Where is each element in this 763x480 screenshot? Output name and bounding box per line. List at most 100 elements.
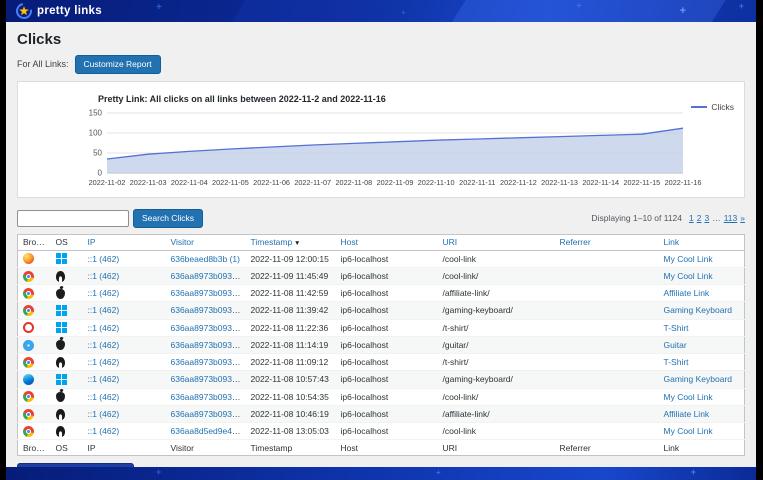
pagination-pages: 123…113» bbox=[689, 213, 745, 223]
sparkle-icon: + bbox=[680, 6, 686, 17]
footer-bar: + + + bbox=[6, 467, 756, 480]
browser-cell bbox=[18, 354, 51, 371]
page-link-2[interactable]: 2 bbox=[697, 213, 702, 223]
os-cell bbox=[51, 285, 83, 302]
page-title: Clicks bbox=[17, 31, 745, 48]
ip-cell: ::1 (462) bbox=[83, 319, 166, 336]
visitor-link[interactable]: 636aa8973b093 (1) bbox=[171, 392, 245, 402]
visitor-link[interactable]: 636aa8973b093 (1) bbox=[171, 409, 245, 419]
timestamp-cell: 2022-11-08 11:14:19 bbox=[246, 336, 336, 353]
column-header-timestamp[interactable]: Timestamp ▼ bbox=[246, 234, 336, 250]
os-cell bbox=[51, 302, 83, 319]
browser-cell bbox=[18, 405, 51, 422]
pretty-link-link[interactable]: T-Shirt bbox=[664, 323, 689, 333]
browser-cell bbox=[18, 371, 51, 388]
page-link-1[interactable]: 1 bbox=[689, 213, 694, 223]
pretty-link-link[interactable]: My Cool Link bbox=[664, 392, 713, 402]
next-page-link[interactable]: » bbox=[740, 213, 745, 223]
visitor-cell: 636aa8973b093 (1) bbox=[166, 285, 246, 302]
footer-column-uri[interactable]: URI bbox=[438, 440, 555, 456]
table-row: ::1 (462)636aa8973b093 (1)2022-11-08 10:… bbox=[18, 388, 745, 405]
pretty-link-link[interactable]: My Cool Link bbox=[664, 271, 713, 281]
host-cell: ip6-localhost bbox=[336, 405, 438, 422]
ip-link[interactable]: ::1 (462) bbox=[88, 340, 120, 350]
ip-link[interactable]: ::1 (462) bbox=[88, 357, 120, 367]
customize-report-button[interactable]: Customize Report bbox=[75, 55, 161, 74]
visitor-link[interactable]: 636aa8973b093 (1) bbox=[171, 357, 245, 367]
visitor-link[interactable]: 636aa8973b093 (1) bbox=[171, 323, 245, 333]
link-cell: My Cool Link bbox=[659, 423, 745, 440]
visitor-link[interactable]: 636aa8973b093 (1) bbox=[171, 271, 245, 281]
pretty-link-link[interactable]: My Cool Link bbox=[664, 426, 713, 436]
link-cell: Affiliate Link bbox=[659, 405, 745, 422]
column-header-ip[interactable]: IP bbox=[83, 234, 166, 250]
footer-column-link[interactable]: Link bbox=[659, 440, 745, 456]
windows-os-icon bbox=[56, 374, 61, 379]
visitor-link[interactable]: 636beaed8b3b (1) bbox=[171, 254, 240, 264]
host-cell: ip6-localhost bbox=[336, 354, 438, 371]
pretty-link-link[interactable]: Affiliate Link bbox=[664, 288, 710, 298]
search-input[interactable] bbox=[17, 210, 129, 227]
pretty-link-link[interactable]: Affiliate Link bbox=[664, 409, 710, 419]
pretty-link-link[interactable]: Gaming Keyboard bbox=[664, 374, 733, 384]
timestamp-cell: 2022-11-08 11:09:12 bbox=[246, 354, 336, 371]
visitor-cell: 636aa8973b093 (1) bbox=[166, 354, 246, 371]
ip-link[interactable]: ::1 (462) bbox=[88, 271, 120, 281]
column-header-uri[interactable]: URI bbox=[438, 234, 555, 250]
table-row: ::1 (462)636aa8973b093 (1)2022-11-08 10:… bbox=[18, 371, 745, 388]
table-row: ::1 (462)636aa8973b093 (1)2022-11-08 11:… bbox=[18, 285, 745, 302]
timestamp-cell: 2022-11-08 11:22:36 bbox=[246, 319, 336, 336]
sort-desc-icon: ▼ bbox=[292, 240, 300, 247]
ip-link[interactable]: ::1 (462) bbox=[88, 409, 120, 419]
pretty-link-link[interactable]: My Cool Link bbox=[664, 254, 713, 264]
uri-cell: /gaming-keyboard/ bbox=[438, 302, 555, 319]
column-header-link[interactable]: Link bbox=[659, 234, 745, 250]
column-header-browser: Browser bbox=[18, 234, 51, 250]
svg-text:2022-11-15: 2022-11-15 bbox=[623, 178, 660, 187]
ip-link[interactable]: ::1 (462) bbox=[88, 305, 120, 315]
ip-link[interactable]: ::1 (462) bbox=[88, 392, 120, 402]
ip-link[interactable]: ::1 (462) bbox=[88, 374, 120, 384]
visitor-link[interactable]: 636aa8d5ed9e40 (1) bbox=[171, 426, 246, 436]
referrer-cell bbox=[555, 388, 659, 405]
visitor-link[interactable]: 636aa8973b093 (1) bbox=[171, 288, 245, 298]
column-header-host[interactable]: Host bbox=[336, 234, 438, 250]
timestamp-cell: 2022-11-08 10:46:19 bbox=[246, 405, 336, 422]
ip-link[interactable]: ::1 (462) bbox=[88, 323, 120, 333]
pretty-links-logo[interactable]: ★ pretty links bbox=[16, 3, 102, 19]
table-row: ::1 (462) 636aa8973b093 (1)2022-11-08 11:… bbox=[18, 354, 745, 371]
footer-column-ip[interactable]: IP bbox=[83, 440, 166, 456]
visitor-link[interactable]: 636aa8973b093 (1) bbox=[171, 340, 245, 350]
footer-column-visitor[interactable]: Visitor bbox=[166, 440, 246, 456]
ip-link[interactable]: ::1 (462) bbox=[88, 288, 120, 298]
referrer-cell bbox=[555, 250, 659, 267]
pretty-link-link[interactable]: Guitar bbox=[664, 340, 687, 350]
table-row: ::1 (462)636beaed8b3b (1)2022-11-09 12:0… bbox=[18, 250, 745, 267]
column-header-visitor[interactable]: Visitor bbox=[166, 234, 246, 250]
ip-link[interactable]: ::1 (462) bbox=[88, 426, 120, 436]
ip-link[interactable]: ::1 (462) bbox=[88, 254, 120, 264]
svg-text:2022-11-16: 2022-11-16 bbox=[665, 178, 702, 187]
search-row: Search Clicks Displaying 1–10 of 1124 12… bbox=[17, 209, 745, 228]
visitor-link[interactable]: 636aa8973b093 (1) bbox=[171, 374, 245, 384]
chrome-browser-icon bbox=[23, 305, 34, 316]
uri-cell: /guitar/ bbox=[438, 336, 555, 353]
os-cell bbox=[51, 354, 83, 371]
svg-text:50: 50 bbox=[93, 148, 102, 157]
page-link-3[interactable]: 3 bbox=[704, 213, 709, 223]
browser-cell bbox=[18, 319, 51, 336]
footer-column-host[interactable]: Host bbox=[336, 440, 438, 456]
chrome-browser-icon bbox=[23, 409, 34, 420]
footer-column-referrer[interactable]: Referrer bbox=[555, 440, 659, 456]
visitor-link[interactable]: 636aa8973b093 (1) bbox=[171, 305, 245, 315]
column-header-referrer[interactable]: Referrer bbox=[555, 234, 659, 250]
pretty-link-link[interactable]: T-Shirt bbox=[664, 357, 689, 367]
os-cell bbox=[51, 250, 83, 267]
referrer-cell bbox=[555, 302, 659, 319]
ip-cell: ::1 (462) bbox=[83, 336, 166, 353]
footer-column-timestamp[interactable]: Timestamp bbox=[246, 440, 336, 456]
chrome-browser-icon bbox=[23, 271, 34, 282]
pretty-link-link[interactable]: Gaming Keyboard bbox=[664, 305, 733, 315]
page-link-113[interactable]: 113 bbox=[724, 213, 738, 223]
search-clicks-button[interactable]: Search Clicks bbox=[133, 209, 203, 228]
